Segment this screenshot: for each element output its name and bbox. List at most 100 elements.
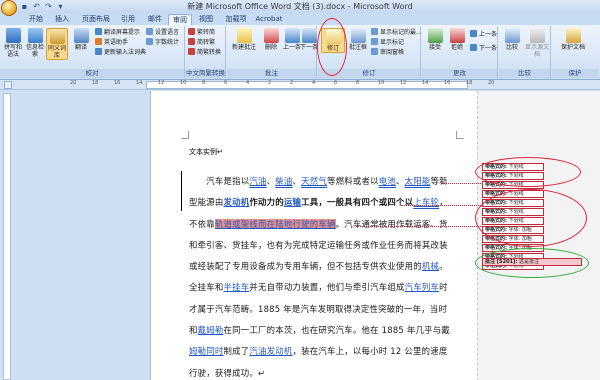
protect-group-label: 保护 bbox=[552, 69, 598, 78]
change-bar bbox=[181, 171, 182, 211]
simp-to-trad-button[interactable]: 简转繁 bbox=[188, 38, 215, 47]
balloons-icon bbox=[350, 28, 366, 43]
compare-group: 比较 显示源文档 比较 bbox=[499, 26, 551, 78]
ruler-number: 12 bbox=[158, 80, 165, 86]
research-icon bbox=[27, 28, 43, 43]
prev-change-button[interactable]: 上一条 bbox=[470, 30, 497, 39]
chinese-group-label: 中文简繁转换 bbox=[186, 69, 225, 78]
balloon-leader bbox=[356, 226, 483, 227]
tab-mailings[interactable]: 邮件 bbox=[143, 14, 167, 25]
new-comment-button[interactable]: 新建批注 bbox=[229, 28, 259, 51]
set-language-button[interactable]: 设置语言 bbox=[146, 28, 179, 37]
reject-button[interactable]: 拒绝 bbox=[446, 28, 468, 51]
compare-group-label: 比较 bbox=[499, 69, 550, 78]
next-comment-icon bbox=[301, 28, 317, 43]
paragraph-line: 才属于汽车范畴。1885 年是汽车发明取得决定性突破的一年，当时 bbox=[189, 303, 448, 314]
balloons-button[interactable]: 批注框 bbox=[347, 28, 369, 51]
paragraph-line: 汽车是指以汽油、柴油、天然气等燃料或者以电池、太阳能等新 bbox=[206, 176, 448, 186]
tab-addins[interactable]: 加载项 bbox=[221, 14, 251, 25]
paragraph-line: 姆勒同时制成了汽油发动机，装在汽车上，以每小时 12 公里的速度 bbox=[189, 346, 448, 357]
ruler-number: 4 bbox=[312, 80, 316, 86]
spelling-button[interactable]: 拼写和语法 bbox=[2, 28, 24, 58]
new-comment-icon bbox=[236, 28, 252, 43]
prev-change-icon bbox=[470, 30, 477, 37]
tab-insert[interactable]: 插入 bbox=[50, 14, 74, 25]
chinese-conversion-group: 繁转简 简转繁 简繁转换 中文简繁转换 bbox=[186, 26, 226, 78]
tab-page-layout[interactable]: 页面布局 bbox=[77, 14, 115, 25]
office-button[interactable] bbox=[1, 0, 17, 16]
annotation-ellipse-green bbox=[475, 248, 589, 278]
tab-home[interactable]: 开始 bbox=[24, 14, 48, 25]
translate-icon bbox=[73, 28, 89, 43]
tab-references[interactable]: 引用 bbox=[116, 14, 140, 25]
ruler-number: 8 bbox=[356, 80, 360, 86]
ribbon: 拼写和语法 信息检索 同义词库 翻译 翻译屏幕提示 英语助手 更新输入法词典 设… bbox=[0, 25, 600, 80]
balloon-leader bbox=[441, 183, 483, 184]
ruler-number: 10 bbox=[180, 80, 187, 86]
accept-icon bbox=[427, 28, 443, 43]
compare-button[interactable]: 比较 bbox=[501, 28, 523, 51]
delete-comment-icon bbox=[263, 28, 279, 43]
ruler-number: 8 bbox=[202, 80, 206, 86]
simp-to-trad-icon bbox=[188, 38, 195, 45]
next-change-button[interactable]: 下一条 bbox=[470, 44, 497, 53]
ruler-page-area[interactable] bbox=[146, 81, 468, 89]
accept-button[interactable]: 接受 bbox=[424, 28, 446, 51]
language-icon bbox=[146, 28, 153, 35]
document-page[interactable]: 文本实例↵ 汽车是指以汽油、柴油、天然气等燃料或者以电池、太阳能等新 型能源由发… bbox=[150, 91, 600, 380]
english-assist-icon bbox=[95, 38, 102, 45]
ruler-number: 2 bbox=[290, 80, 294, 86]
translate-tip-icon bbox=[95, 28, 102, 35]
display-mode-select[interactable]: 显示标记的最... bbox=[371, 28, 422, 37]
reviewing-pane-icon bbox=[371, 48, 378, 55]
paragraph-line: 不依靠轨道或架线而在陆地行驶的车辆。汽车通常被用作载运客、货 bbox=[189, 218, 448, 229]
trad-to-simp-button[interactable]: 繁转简 bbox=[188, 28, 215, 37]
ribbon-tabs: 开始 插入 页面布局 引用 邮件 审阅 视图 加载项 Acrobat bbox=[0, 13, 600, 25]
update-ime-button[interactable]: 更新输入法词典 bbox=[95, 48, 146, 57]
comments-group-label: 批注 bbox=[227, 69, 316, 78]
window-title: 新建 Microsoft Office Word 文档 (3).docx - M… bbox=[187, 2, 413, 11]
vertical-ruler bbox=[3, 93, 11, 380]
changes-group-label: 更改 bbox=[422, 69, 497, 78]
ruler-number: 18 bbox=[92, 80, 99, 86]
word-count-icon bbox=[146, 38, 153, 45]
delete-comment-button[interactable]: 删除 bbox=[260, 28, 282, 51]
show-source-icon bbox=[529, 28, 545, 43]
ruler-number: 12 bbox=[400, 80, 407, 86]
reviewing-pane-button[interactable]: 审阅窗格 bbox=[371, 48, 404, 57]
research-button[interactable]: 信息检索 bbox=[24, 28, 46, 58]
paragraph-line: 行驶，获得成功。↵ bbox=[189, 367, 266, 378]
reject-icon bbox=[449, 28, 465, 43]
spelling-icon bbox=[5, 28, 21, 43]
ruler-number: 20 bbox=[488, 80, 495, 86]
horizontal-ruler: 20 18 16 14 12 10 8 6 4 2 2 4 6 8 10 12 14 16 18 20 bbox=[0, 80, 600, 90]
english-assist-button[interactable]: 英语助手 bbox=[95, 38, 128, 47]
proofing-group-label: 校对 bbox=[0, 69, 184, 78]
thesaurus-button[interactable]: 同义词库 bbox=[46, 28, 68, 60]
tab-acrobat[interactable]: Acrobat bbox=[254, 14, 284, 25]
ruler-number: 4 bbox=[246, 80, 250, 86]
convert-button[interactable]: 简繁转换 bbox=[188, 48, 221, 57]
ruler-number: 6 bbox=[334, 80, 338, 86]
document-paragraph[interactable]: 汽车是指以汽油、柴油、天然气等燃料或者以电池、太阳能等新 型能源由发动机作动力的… bbox=[189, 171, 474, 380]
tab-view[interactable]: 视图 bbox=[194, 14, 218, 25]
ruler-number: 10 bbox=[378, 80, 385, 86]
annotation-circle bbox=[317, 18, 347, 76]
tab-review[interactable]: 审阅 bbox=[168, 14, 192, 25]
ruler-number: 20 bbox=[70, 80, 77, 86]
comments-group: 新建批注 删除 上一条 下一条 批注 bbox=[227, 26, 318, 78]
translate-button[interactable]: 翻译 bbox=[70, 28, 92, 51]
show-source-button[interactable]: 显示源文档 bbox=[524, 28, 550, 58]
paragraph-line: 全挂车和半挂车并无自带动力装置，他们与牵引汽车组成汽车列车时 bbox=[189, 282, 448, 293]
word-count-button[interactable]: 字数统计 bbox=[146, 38, 179, 47]
show-markup-button[interactable]: 显示标记 bbox=[371, 38, 404, 47]
annotation-ellipse-red bbox=[475, 157, 581, 187]
protect-group: 保护文档 保护 bbox=[552, 26, 598, 78]
ruler-number: 14 bbox=[422, 80, 429, 86]
protect-document-button[interactable]: 保护文档 bbox=[558, 28, 588, 51]
tab-selector[interactable] bbox=[4, 81, 12, 89]
margin-corner bbox=[456, 131, 464, 139]
proofing-group: 拼写和语法 信息检索 同义词库 翻译 翻译屏幕提示 英语助手 更新输入法词典 设… bbox=[0, 26, 185, 78]
translate-tip-button[interactable]: 翻译屏幕提示 bbox=[95, 28, 140, 37]
compare-icon bbox=[504, 28, 520, 43]
